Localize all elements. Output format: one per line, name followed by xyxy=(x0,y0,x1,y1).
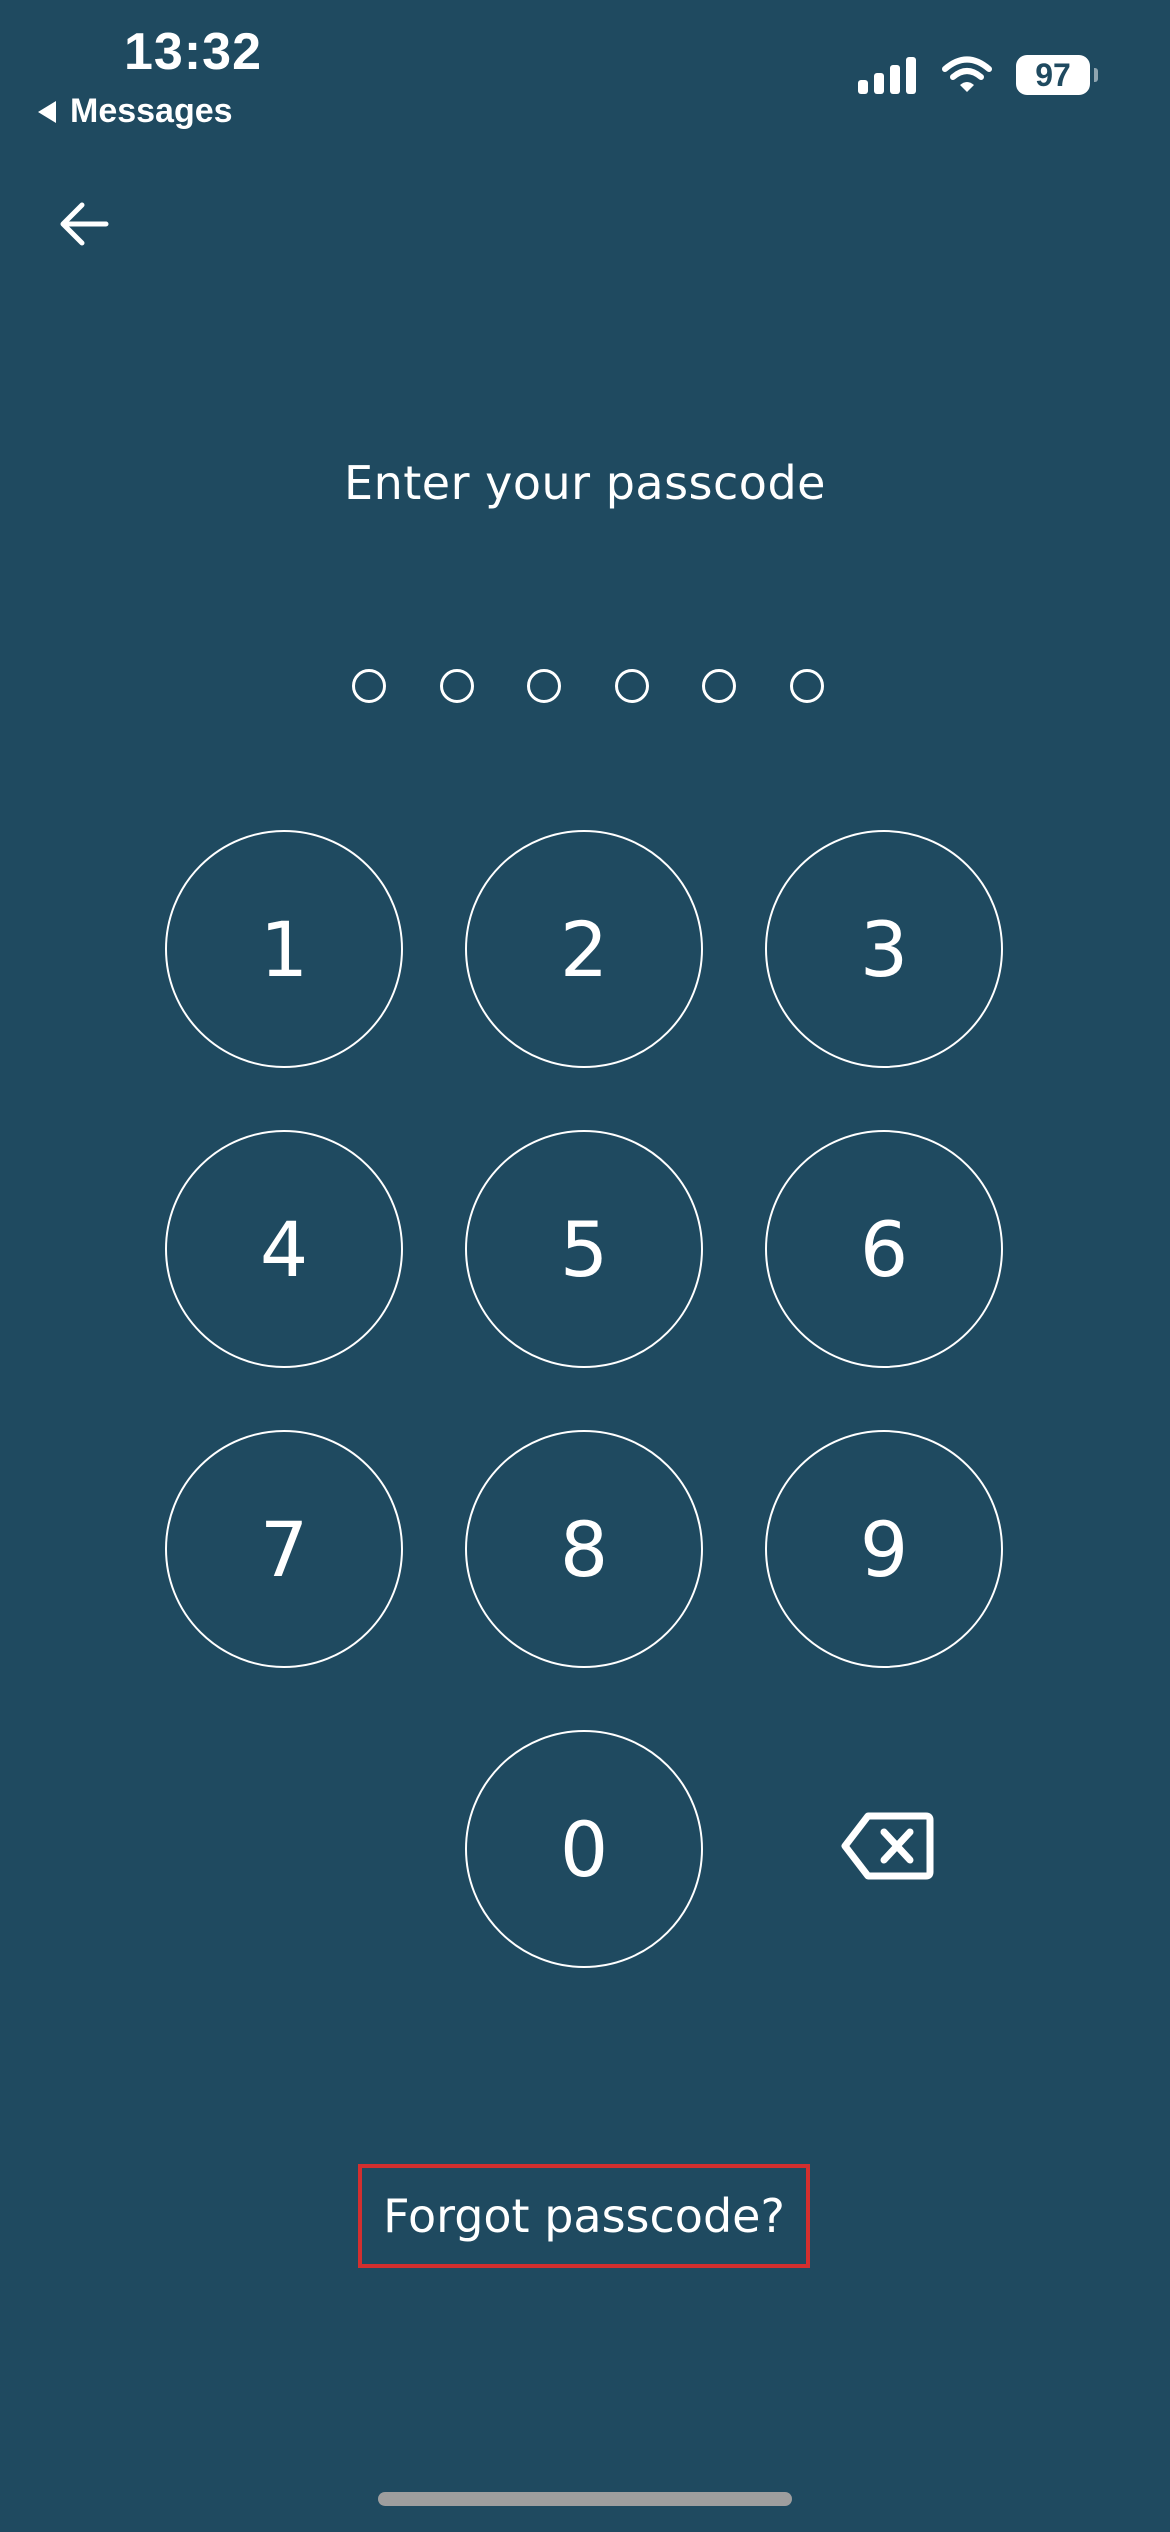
key-4[interactable]: 4 xyxy=(165,1130,403,1368)
forgot-passcode-link[interactable]: Forgot passcode? xyxy=(358,2164,810,2268)
key-9[interactable]: 9 xyxy=(765,1430,1003,1668)
key-3[interactable]: 3 xyxy=(765,830,1003,1068)
backspace-icon[interactable] xyxy=(840,1810,934,1882)
status-icons: 97 xyxy=(858,55,1098,95)
passcode-dot xyxy=(439,669,474,703)
return-app-label: Messages xyxy=(70,92,233,130)
key-7[interactable]: 7 xyxy=(165,1430,403,1668)
page-title: Enter your passcode xyxy=(344,456,826,510)
passcode-dot xyxy=(352,669,386,703)
passcode-dot xyxy=(527,669,562,703)
battery-level: 97 xyxy=(1035,56,1071,93)
return-to-messages-link[interactable]: Messages xyxy=(38,92,233,131)
passcode-dot xyxy=(789,669,824,703)
passcode-screen: 13:32 Messages 97 Enter your passcode 1 … xyxy=(0,0,1170,2532)
wifi-icon xyxy=(942,56,992,92)
home-indicator[interactable] xyxy=(378,2492,792,2506)
key-2[interactable]: 2 xyxy=(465,830,703,1068)
key-8[interactable]: 8 xyxy=(465,1430,703,1668)
back-triangle-icon xyxy=(38,100,56,123)
cellular-signal-icon xyxy=(858,56,916,94)
key-6[interactable]: 6 xyxy=(765,1130,1003,1368)
key-0[interactable]: 0 xyxy=(465,1730,703,1968)
arrow-left-icon[interactable] xyxy=(52,192,116,256)
passcode-dot xyxy=(702,669,737,703)
key-5[interactable]: 5 xyxy=(465,1130,703,1368)
passcode-dot xyxy=(614,669,649,703)
key-1[interactable]: 1 xyxy=(165,830,403,1068)
battery-indicator: 97 xyxy=(1016,55,1098,95)
passcode-dots xyxy=(352,666,824,706)
status-time: 13:32 xyxy=(124,23,262,81)
